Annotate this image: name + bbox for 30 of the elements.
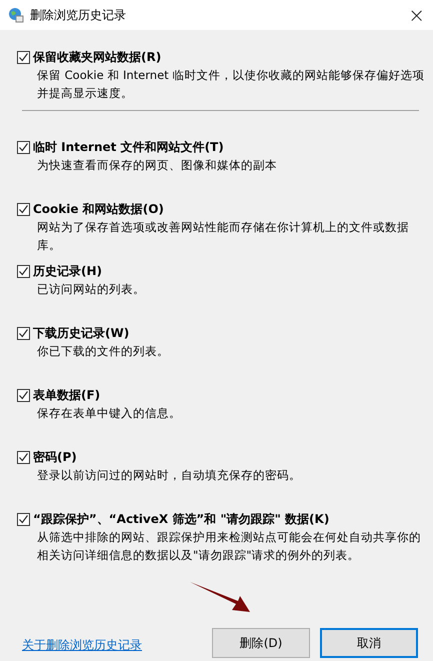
option-label: 历史记录(H): [33, 263, 102, 280]
option-description: 从筛选中排除的网站、跟踪保护用来检测站点可能会在何处自动共享你的相关访问详细信息的数据以及"请勿跟踪"请求的例外的列表。: [37, 529, 422, 564]
window-title: 删除浏览历史记录: [30, 6, 127, 24]
checkbox[interactable]: [17, 264, 30, 278]
option-label: 表单数据(F): [33, 387, 100, 404]
option-description: 保留 Cookie 和 Internet 临时文件，以使你收藏的网站能够保存偏好选项并提高显示速度。: [37, 67, 426, 102]
option-description: 已访问网站的列表。: [37, 281, 146, 298]
option-label: 保留收藏夹网站数据(R): [33, 49, 162, 66]
option-label: 密码(P): [33, 449, 77, 466]
option-description: 保存在表单中键入的信息。: [37, 405, 182, 422]
close-button[interactable]: ×: [406, 5, 427, 25]
checkbox[interactable]: [17, 202, 30, 216]
checkbox[interactable]: [17, 140, 30, 154]
help-link[interactable]: 关于删除浏览历史记录: [22, 637, 202, 654]
checkbox[interactable]: [17, 326, 30, 340]
checkbox[interactable]: [17, 388, 30, 402]
checkbox[interactable]: [17, 512, 30, 526]
option-description: 你已下载的文件的列表。: [37, 343, 170, 360]
option-description: 为快速查看而保存的网页、图像和媒体的副本: [37, 157, 278, 174]
checkbox[interactable]: [17, 450, 30, 464]
checkbox[interactable]: [17, 50, 30, 64]
dialog-button[interactable]: 删除(D): [212, 628, 310, 658]
option-description: 网站为了保存首选项或改善网站性能而存储在你计算机上的文件或数据库。: [37, 219, 410, 254]
option-label: “跟踪保护”、“ActiveX 筛选”和 "请勿跟踪" 数据(K): [33, 511, 330, 528]
option-label: 临时 Internet 文件和网站文件(T): [33, 139, 224, 156]
option-label: 下载历史记录(W): [33, 325, 130, 342]
option-label: Cookie 和网站数据(O): [33, 201, 164, 218]
option-description: 登录以前访问过的网站时，自动填充保存的密码。: [37, 467, 302, 484]
dialog-button[interactable]: 取消: [320, 628, 418, 658]
globe-icon: [8, 7, 24, 23]
